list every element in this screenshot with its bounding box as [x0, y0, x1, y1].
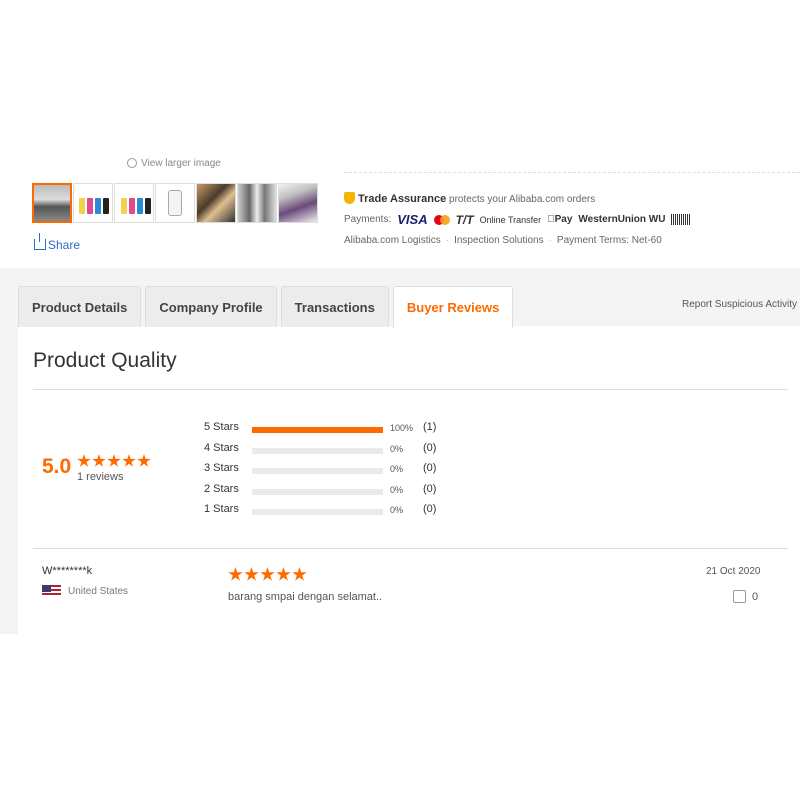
- distribution-count: (0): [423, 482, 437, 495]
- divider: [33, 548, 788, 549]
- view-larger-image-link[interactable]: View larger image: [127, 157, 221, 171]
- star-icon: [292, 567, 307, 581]
- tab-bar: Product Details Company Profile Transact…: [18, 286, 514, 328]
- distribution-percent: 0%: [390, 484, 404, 495]
- like-count: 0: [752, 590, 759, 603]
- distribution-bar: [252, 427, 383, 433]
- distribution-label: 4 Stars: [204, 441, 239, 454]
- thumbnail-6[interactable]: [237, 183, 277, 223]
- reviewer-name: W********k: [42, 565, 93, 577]
- thumbs-up-icon: [733, 590, 746, 603]
- distribution-fill: [252, 427, 383, 433]
- distribution-bar: [252, 488, 383, 495]
- reviewer-country: United States: [68, 586, 129, 597]
- product-summary: View larger image Share Trade Assurance …: [0, 0, 800, 268]
- divider: [33, 389, 788, 390]
- review-date: 21 Oct 2020: [706, 566, 761, 577]
- payments-row: Payments: VISA T/T Online Transfer Pay …: [344, 212, 692, 227]
- mastercard-icon: [433, 214, 450, 225]
- western-union-logo: WesternUnion WU: [570, 214, 665, 225]
- tab-company-profile[interactable]: Company Profile: [145, 286, 277, 327]
- star-icon: [137, 454, 151, 467]
- trade-assurance-link[interactable]: Trade Assurance: [358, 193, 446, 205]
- us-flag-icon: [42, 585, 61, 597]
- divider: [344, 172, 800, 173]
- distribution-count: (0): [423, 503, 437, 515]
- distribution-bar: [252, 468, 383, 474]
- reviews-count: 1 reviews: [77, 471, 124, 483]
- distribution-percent: 0%: [390, 464, 404, 474]
- distribution-bar: [252, 447, 383, 454]
- report-suspicious-activity-link[interactable]: Report Suspicious Activity: [682, 299, 797, 310]
- thumbnail-3[interactable]: [114, 183, 154, 223]
- thumbnail-strip: [32, 183, 318, 223]
- services-row: Alibaba.com Logistics · Inspection Solutio…: [344, 235, 662, 246]
- rating-score: 5.0: [42, 455, 72, 478]
- distribution-label: 2 Stars: [204, 482, 239, 495]
- section-title: Product Quality: [33, 349, 177, 372]
- distribution-label: 1 Stars: [204, 503, 239, 515]
- review-text: barang smpai dengan selamat..: [228, 591, 383, 603]
- thumbnail-2[interactable]: [73, 183, 113, 223]
- distribution-count: (0): [423, 462, 437, 474]
- thumbnail-1[interactable]: [32, 183, 72, 223]
- zoom-icon: [127, 158, 137, 169]
- tab-transactions[interactable]: Transactions: [280, 286, 389, 327]
- distribution-percent: 0%: [390, 505, 404, 515]
- trade-assurance-shield-icon: [344, 192, 355, 204]
- distribution-count: (0): [423, 441, 437, 454]
- like-button[interactable]: 0: [733, 590, 758, 603]
- distribution-count: (1): [423, 421, 437, 433]
- distribution-label: 5 Stars: [204, 421, 239, 433]
- visa-logo: VISA: [397, 212, 428, 227]
- thumbnail-4[interactable]: [155, 183, 195, 223]
- apple-pay-logo: Pay: [547, 214, 572, 225]
- star-icon: [276, 567, 291, 581]
- inspection-link[interactable]: Inspection Solutions: [454, 235, 544, 246]
- distribution-percent: 0%: [390, 443, 404, 454]
- star-icon: [92, 454, 106, 467]
- thumbnail-5[interactable]: [196, 183, 236, 223]
- trade-assurance: Trade Assurance protects your Alibaba.co…: [344, 192, 595, 205]
- star-icon: [244, 567, 259, 581]
- review-stars: [228, 567, 307, 582]
- star-icon: [122, 454, 136, 467]
- share-icon: [34, 233, 46, 250]
- star-icon: [260, 567, 275, 581]
- tab-buyer-reviews[interactable]: Buyer Reviews: [392, 286, 514, 328]
- payment-terms: Payment Terms: Net-60: [556, 235, 662, 246]
- distribution-label: 3 Stars: [204, 462, 239, 474]
- star-icon: [228, 567, 243, 581]
- rating-stars: [77, 454, 151, 468]
- tab-product-details[interactable]: Product Details: [18, 286, 142, 327]
- thumbnail-7[interactable]: [278, 183, 318, 223]
- logistics-link[interactable]: Alibaba.com Logistics: [344, 235, 441, 246]
- star-icon: [77, 454, 91, 467]
- payments-label: Payments:: [344, 214, 392, 225]
- star-icon: [107, 454, 121, 467]
- online-transfer-logo: Online Transfer: [479, 214, 542, 225]
- distribution-bar: [252, 509, 383, 515]
- boleto-icon: [671, 214, 692, 225]
- trade-assurance-subtitle: protects your Alibaba.com orders: [449, 194, 596, 205]
- distribution-percent: 100%: [390, 423, 414, 433]
- tt-logo: T/T: [455, 212, 474, 227]
- share-button[interactable]: Share: [34, 233, 80, 252]
